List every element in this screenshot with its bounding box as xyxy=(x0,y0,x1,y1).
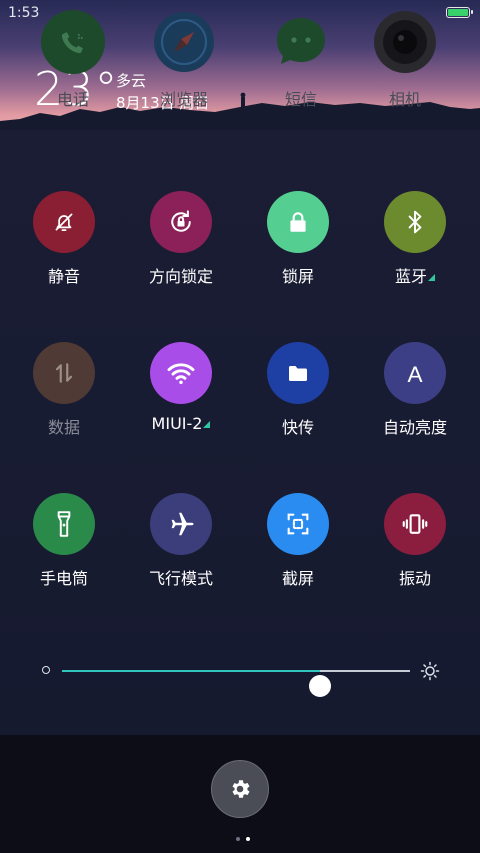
expand-indicator-icon xyxy=(203,421,211,428)
settings-button[interactable] xyxy=(211,760,269,818)
dock-app[interactable]: 短信 xyxy=(251,10,351,110)
tile-label-text: 截屏 xyxy=(281,569,314,588)
tile-label: 截屏 xyxy=(243,565,353,589)
padlock-toggle-button[interactable] xyxy=(267,191,329,253)
auto-brightness-toggle-button[interactable]: A xyxy=(384,342,446,404)
screenshot-toggle-button[interactable] xyxy=(267,493,329,555)
rotation-lock-toggle-button[interactable] xyxy=(150,191,212,253)
tile-label: 自动亮度 xyxy=(360,414,470,438)
page-dot xyxy=(246,837,250,841)
bluetooth-toggle-button[interactable] xyxy=(384,191,446,253)
vibrate-icon xyxy=(400,509,430,539)
gear-icon xyxy=(232,780,250,798)
brightness-knob[interactable] xyxy=(308,675,331,697)
toggle-tile[interactable]: 截屏 xyxy=(243,493,353,589)
wifi-toggle-button[interactable] xyxy=(150,342,212,404)
flashlight-icon xyxy=(51,509,77,539)
auto-brightness-icon: A xyxy=(400,358,430,388)
dock-app-label: 短信 xyxy=(284,90,317,109)
tile-label: 手电筒 xyxy=(9,565,119,589)
bluetooth-icon xyxy=(402,209,428,235)
toggle-tile[interactable]: 快传 xyxy=(243,342,353,438)
tile-label: 蓝牙 xyxy=(360,263,470,287)
airplane-icon xyxy=(166,509,196,539)
toggle-tile[interactable]: 振动 xyxy=(360,493,470,589)
tile-label: 静音 xyxy=(9,263,119,287)
dock-app-label: 相机 xyxy=(388,90,421,109)
tile-label-text: 飞行模式 xyxy=(148,569,213,588)
tile-label-text: 自动亮度 xyxy=(382,418,447,437)
bell-off-toggle-button[interactable] xyxy=(33,191,95,253)
tile-label-text: 蓝牙 xyxy=(394,267,427,286)
tile-label-text: 手电筒 xyxy=(39,569,88,588)
toggle-tile[interactable]: A 自动亮度 xyxy=(360,342,470,438)
toggle-tile[interactable]: 静音 xyxy=(9,191,119,287)
screenshot-icon xyxy=(284,510,312,538)
padlock-icon xyxy=(285,209,311,235)
tile-label: 方向锁定 xyxy=(126,263,236,287)
brightness-fill xyxy=(62,670,320,672)
brightness-slider[interactable] xyxy=(40,655,440,697)
toggle-tile[interactable]: 手电筒 xyxy=(9,493,119,589)
airplane-toggle-button[interactable] xyxy=(150,493,212,555)
toggle-tile[interactable]: 飞行模式 xyxy=(126,493,236,589)
folder-toggle-button[interactable] xyxy=(267,342,329,404)
tile-label-text: 锁屏 xyxy=(281,267,314,286)
message-icon xyxy=(269,10,333,74)
tile-label: 锁屏 xyxy=(243,263,353,287)
page-indicator xyxy=(233,826,253,845)
expand-indicator-icon xyxy=(428,274,435,281)
toggle-tile[interactable]: 方向锁定 xyxy=(126,191,236,287)
tile-label-text: 振动 xyxy=(398,569,431,588)
dock-app[interactable]: 电话 xyxy=(23,10,123,110)
flashlight-toggle-button[interactable] xyxy=(33,493,95,555)
toggle-tile[interactable]: 蓝牙 xyxy=(360,191,470,287)
dock-app[interactable]: 浏览器 xyxy=(134,10,234,110)
data-arrows-toggle-button[interactable] xyxy=(33,342,95,404)
toggle-tile[interactable]: 数据 xyxy=(9,342,119,438)
camera-icon xyxy=(373,10,437,74)
rotation-lock-icon xyxy=(166,207,196,237)
toggle-tile[interactable]: 锁屏 xyxy=(243,191,353,287)
tile-label-text: 快传 xyxy=(281,418,314,437)
tile-label: 振动 xyxy=(360,565,470,589)
page-dot xyxy=(236,837,240,841)
tile-label-text: 方向锁定 xyxy=(148,267,213,286)
tile-label-text: 静音 xyxy=(47,267,80,286)
tile-label: 数据 xyxy=(9,414,119,438)
brightness-low-icon xyxy=(42,666,50,674)
brightness-high-icon xyxy=(420,661,440,681)
dock-app[interactable]: 相机 xyxy=(355,10,455,110)
folder-icon xyxy=(286,361,310,385)
tile-label: 飞行模式 xyxy=(126,565,236,589)
phone-icon xyxy=(41,10,105,74)
toggle-tile[interactable]: MIUI-2 xyxy=(126,342,236,433)
wifi-icon xyxy=(165,357,197,389)
tile-label: 快传 xyxy=(243,414,353,438)
dock-app-label: 电话 xyxy=(56,90,89,109)
tile-label-text: 数据 xyxy=(47,418,80,437)
bell-off-icon xyxy=(51,209,77,235)
brightness-track[interactable] xyxy=(62,670,410,697)
vibrate-toggle-button[interactable] xyxy=(384,493,446,555)
svg-text:A: A xyxy=(407,362,422,387)
tile-label-text: MIUI-2 xyxy=(151,414,203,433)
compass-icon xyxy=(152,10,216,74)
dock-app-label: 浏览器 xyxy=(159,90,208,109)
tile-label: MIUI-2 xyxy=(126,414,236,433)
data-arrows-icon xyxy=(51,360,77,386)
